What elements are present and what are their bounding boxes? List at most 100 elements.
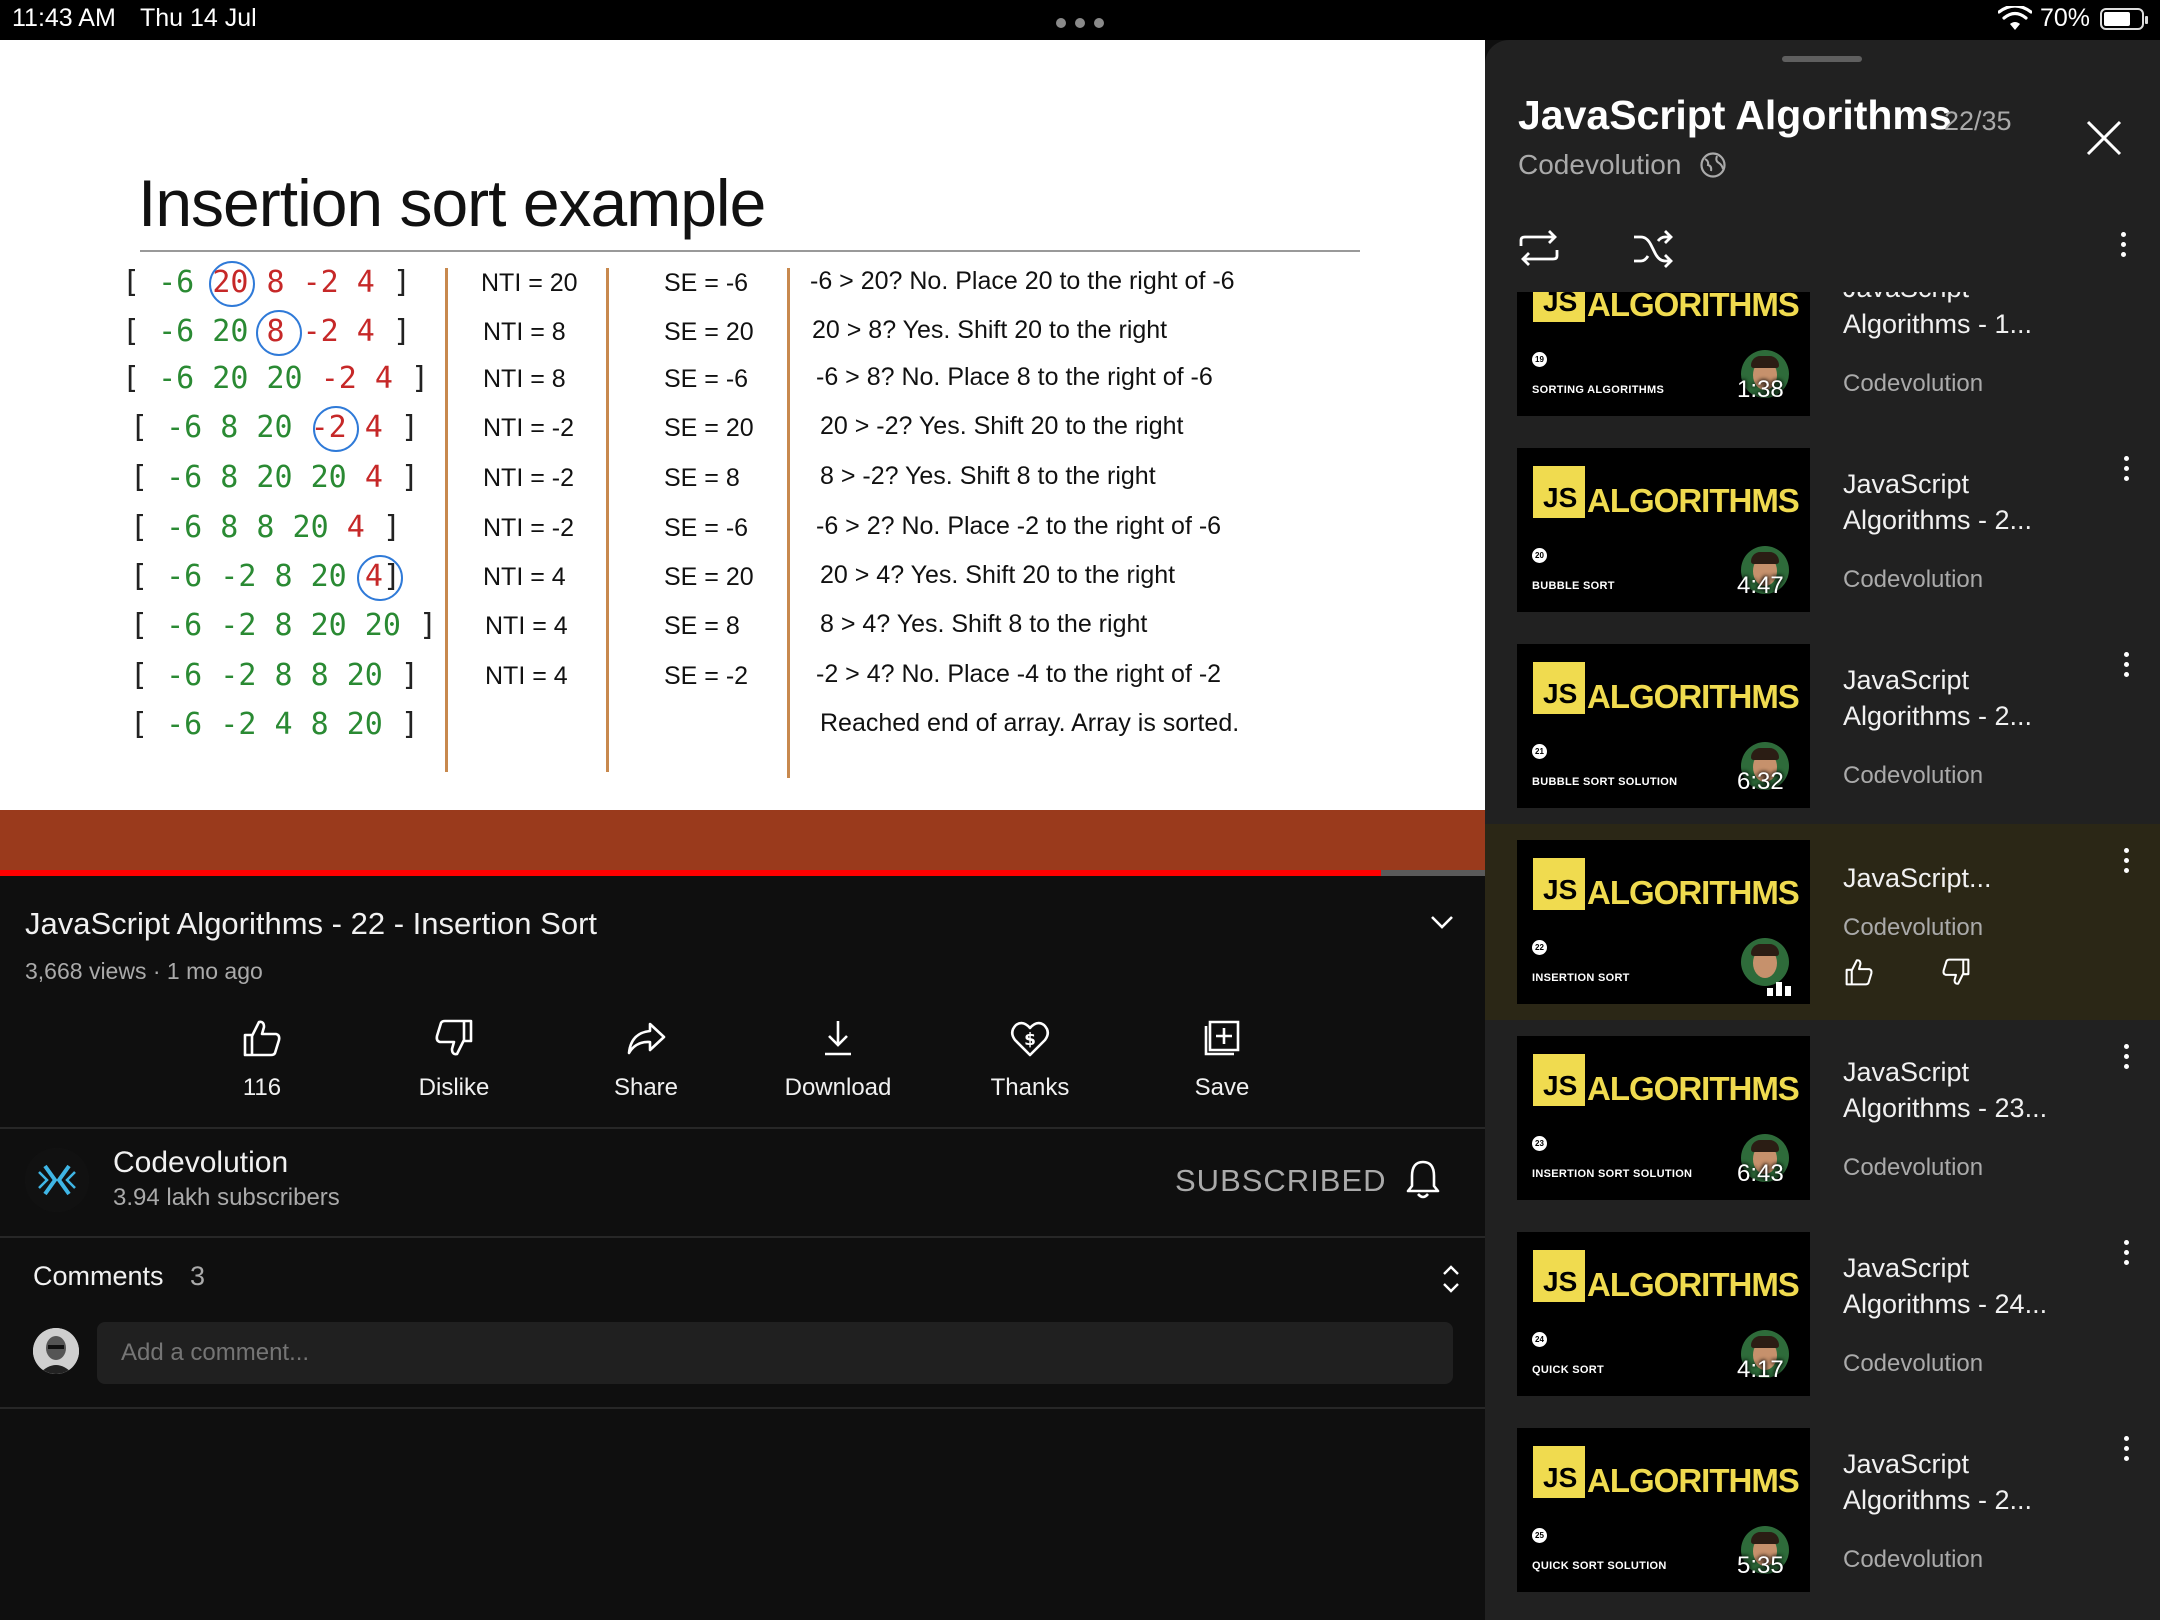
video-thumbnail[interactable]: JS ALGORITHMS 23 INSERTION SORT SOLUTION 6:4…	[1517, 1036, 1810, 1200]
highlight-circle	[313, 406, 359, 452]
video-duration: 4:47	[1737, 572, 1784, 599]
slide-row: [ -6 8 20 20 4 ] NTI = -2 SE = 8 8 > -2? Ye…	[0, 460, 1485, 506]
channel-avatar[interactable]	[25, 1148, 89, 1212]
comments-heading[interactable]: Comments	[33, 1261, 164, 1292]
js-logo: JS	[1533, 858, 1585, 910]
slide-row: [ -6 -2 8 8 20 ] NTI = 4 SE = -2 -2 > 4? No…	[0, 658, 1485, 704]
comment-input[interactable]	[97, 1322, 1453, 1384]
slide-nti: NTI = -2	[483, 514, 574, 542]
thumbs-down-icon[interactable]	[1940, 956, 1972, 988]
slide-array: [ -6 8 20 -2 4 ]	[130, 410, 419, 445]
thanks-button[interactable]: $ Thanks	[955, 1016, 1105, 1102]
js-logo-text: JS	[1543, 874, 1578, 905]
slide-nti: NTI = 20	[481, 269, 578, 297]
slide-row: [ -6 -2 4 8 20 ] Reached end of array. Ar…	[0, 707, 1485, 753]
js-logo-text: JS	[1543, 1070, 1578, 1101]
playlist-item-title: JavaScript Algorithms - 1...	[1843, 292, 2033, 339]
video-thumbnail[interactable]: JS ALGORITHMS 25 QUICK SORT SOLUTION 5:35	[1517, 1428, 1810, 1592]
svg-text:$: $	[1024, 1030, 1036, 1050]
thumbs-up-icon[interactable]	[1843, 956, 1875, 988]
playlist-item[interactable]: JS ALGORITHMS 20 BUBBLE SORT 4:47 JavaScript …	[1485, 432, 2160, 628]
playlist-title: JavaScript Algorithms	[1518, 92, 1952, 138]
playlist-panel: JavaScript Algorithms 22/35 Codevolution…	[1485, 40, 2160, 1620]
slide-row: [ -6 8 20 -2 4 ] NTI = -2 SE = 20 20 > -2? …	[0, 410, 1485, 456]
more-options-icon[interactable]	[2124, 1044, 2130, 1070]
slide-row: [ -6 -2 8 20 4] NTI = 4 SE = 20 20 > 4? Yes…	[0, 559, 1485, 605]
playlist-position: 22/35	[1944, 106, 2012, 136]
video-thumbnail[interactable]: JS ALGORITHMS 21 BUBBLE SORT SOLUTION 6:32	[1517, 644, 1810, 808]
js-logo: JS	[1533, 1446, 1585, 1498]
thumbnail-topic: INSERTION SORT SOLUTION	[1532, 1168, 1693, 1180]
slide-note: 20 > 4? Yes. Shift 20 to the right	[820, 561, 1176, 589]
share-button[interactable]: Share	[571, 1016, 721, 1102]
episode-number: 24	[1532, 1332, 1547, 1347]
slide-array: [ -6 20 8 -2 4 ]	[122, 265, 411, 300]
slide-nti: NTI = -2	[483, 414, 574, 442]
slide-note: -6 > 8? No. Place 8 to the right of -6	[816, 363, 1213, 391]
playlist-item[interactable]: JS ALGORITHMS 21 BUBBLE SORT SOLUTION 6:32 Ja…	[1485, 628, 2160, 824]
slide-array: [ -6 20 20 -2 4 ]	[122, 361, 430, 396]
bell-icon[interactable]	[1405, 1158, 1441, 1200]
expand-collapse-icon[interactable]	[1440, 1262, 1462, 1296]
playlist-item-owner: Codevolution	[1843, 914, 1984, 941]
shuffle-icon[interactable]	[1631, 228, 1675, 268]
slide-array: [ -6 8 20 20 4 ]	[130, 460, 419, 495]
playlist-owner[interactable]: Codevolution	[1518, 149, 1681, 181]
video-duration: 5:35	[1737, 1552, 1784, 1579]
episode-number: 22	[1532, 940, 1547, 955]
video-duration: 4:17	[1737, 1356, 1784, 1383]
video-player[interactable]: Insertion sort example [ -6 20 8 -2 4 ] N…	[0, 40, 1485, 876]
divider	[0, 1236, 1485, 1238]
video-thumbnail[interactable]: JS ALGORITHMS 20 BUBBLE SORT 4:47	[1517, 448, 1810, 612]
video-thumbnail[interactable]: JS ALGORITHMS 22 INSERTION SORT	[1517, 840, 1810, 1004]
playlist-item-owner: Codevolution	[1843, 1546, 1984, 1573]
episode-number: 21	[1532, 744, 1547, 759]
thumbs-down-icon	[435, 1019, 473, 1056]
highlight-circle	[209, 261, 255, 307]
more-options-icon[interactable]	[2124, 1240, 2130, 1266]
more-options-icon[interactable]	[2121, 232, 2131, 268]
more-options-icon[interactable]	[2124, 848, 2130, 874]
close-icon[interactable]	[2084, 118, 2124, 158]
playlist-item[interactable]: JS ALGORITHMS 23 INSERTION SORT SOLUTION 6:4…	[1485, 1020, 2160, 1216]
video-thumbnail[interactable]: JS ALGORITHMS 19 SORTING ALGORITHMS 1:38	[1517, 292, 1810, 416]
now-playing-icon	[1767, 976, 1795, 996]
download-button[interactable]: Download	[763, 1016, 913, 1102]
playlist-item-current[interactable]: JS ALGORITHMS 22 INSERTION SORT JavaScript..…	[1485, 824, 2160, 1020]
thumbnail-brand: ALGORITHMS	[1587, 874, 1800, 911]
like-button[interactable]: 116	[187, 1016, 337, 1102]
js-logo-text: JS	[1543, 482, 1578, 513]
playlist-item[interactable]: JS ALGORITHMS 19 SORTING ALGORITHMS 1:38 Java…	[1485, 292, 2160, 432]
video-thumbnail[interactable]: JS ALGORITHMS 24 QUICK SORT 4:17	[1517, 1232, 1810, 1396]
chevron-down-icon[interactable]	[1428, 912, 1456, 932]
playlist-item-title: JavaScript Algorithms - 2...	[1843, 469, 2033, 535]
status-date: Thu 14 Jul	[140, 4, 257, 32]
multitasking-dots-icon[interactable]	[1056, 18, 1104, 28]
save-button[interactable]: Save	[1147, 1016, 1297, 1102]
js-logo: JS	[1533, 1250, 1585, 1302]
playlist-item[interactable]: JS ALGORITHMS 24 QUICK SORT 4:17 JavaScript A…	[1485, 1216, 2160, 1412]
dislike-label: Dislike	[418, 1074, 490, 1101]
playlist-item[interactable]: JS ALGORITHMS 25 QUICK SORT SOLUTION 5:35 Jav…	[1485, 1412, 2160, 1608]
codevolution-logo-icon	[25, 1148, 89, 1212]
user-avatar[interactable]	[33, 1328, 79, 1374]
video-title[interactable]: JavaScript Algorithms - 22 - Insertion S…	[25, 906, 597, 942]
thumbnail-brand: ALGORITHMS	[1587, 292, 1800, 323]
js-logo: JS	[1533, 1054, 1585, 1106]
playlist-item-title: JavaScript Algorithms - 2...	[1843, 1449, 2033, 1515]
like-count: 116	[242, 1074, 282, 1101]
slide-se: SE = -2	[664, 662, 749, 690]
divider	[0, 1127, 1485, 1129]
more-options-icon[interactable]	[2124, 652, 2130, 678]
download-label: Download	[784, 1074, 892, 1101]
channel-name[interactable]: Codevolution	[113, 1146, 288, 1180]
more-options-icon[interactable]	[2124, 1436, 2130, 1462]
video-info: JavaScript Algorithms - 22 - Insertion S…	[0, 876, 1485, 1620]
drag-handle[interactable]	[1782, 56, 1862, 62]
loop-icon[interactable]	[1517, 228, 1561, 268]
subscribed-button[interactable]: SUBSCRIBED	[1175, 1163, 1387, 1199]
dislike-button[interactable]: Dislike	[379, 1016, 529, 1102]
more-options-icon[interactable]	[2124, 456, 2130, 482]
episode-number: 20	[1532, 548, 1547, 563]
slide-se: SE = -6	[664, 514, 749, 542]
